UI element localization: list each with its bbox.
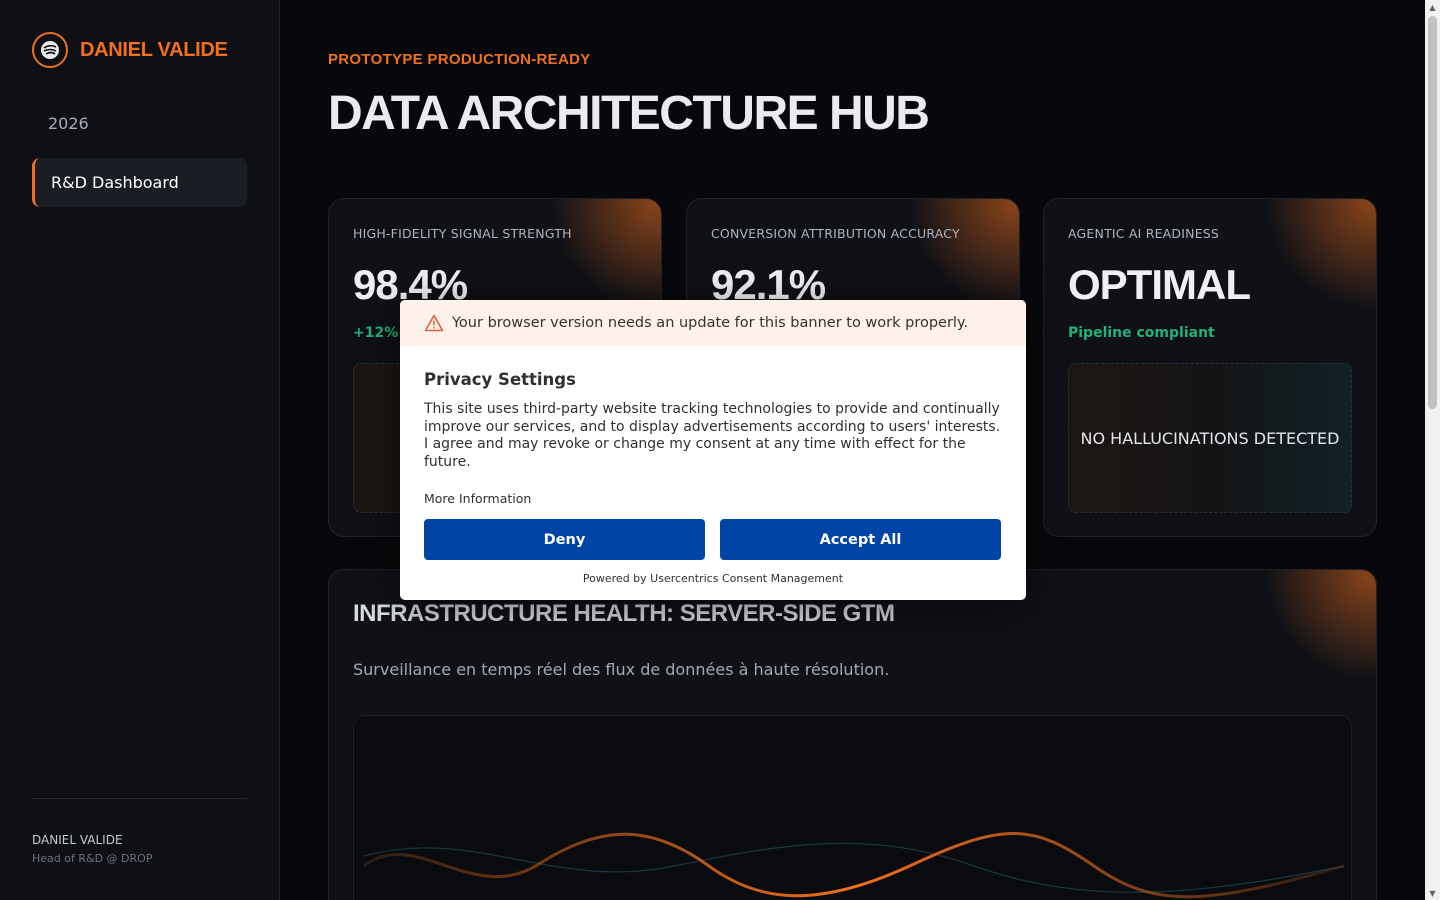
brand[interactable]: DANIEL VALIDE [32, 32, 228, 68]
card-label: HIGH-FIDELITY SIGNAL STRENGTH [353, 226, 572, 241]
card-panel: NO HALLUCINATIONS DETECTED [1068, 363, 1352, 513]
card-glow [1246, 199, 1376, 329]
scroll-up-icon[interactable]: ▲ [1425, 0, 1440, 14]
warning-icon [424, 314, 444, 332]
card-value: OPTIMAL [1068, 261, 1251, 308]
consent-footer[interactable]: Powered by Usercentrics Consent Manageme… [400, 572, 1026, 585]
consent-dialog: Your browser version needs an update for… [400, 300, 1026, 600]
consent-body: This site uses third-party website track… [424, 401, 1001, 470]
card-glow [1246, 570, 1376, 700]
card-sub: Pipeline compliant [1068, 325, 1215, 341]
card-label: CONVERSION ATTRIBUTION ACCURACY [711, 226, 960, 241]
signal-wave-chart [353, 715, 1352, 900]
page-eyebrow: PROTOTYPE PRODUCTION-READY [328, 51, 591, 68]
deny-button[interactable]: Deny [424, 519, 705, 560]
warning-text: Your browser version needs an update for… [452, 315, 969, 331]
scroll-thumb[interactable] [1428, 16, 1437, 409]
nav-item-year[interactable]: 2026 [48, 114, 89, 133]
signal-wave [363, 832, 1345, 899]
logo-icon [32, 32, 68, 68]
more-information-link[interactable]: More Information [424, 491, 531, 506]
wave-secondary [363, 842, 1345, 893]
infrastructure-panel: INFRASTRUCTURE HEALTH: SERVER-SIDE GTM S… [328, 569, 1377, 900]
card-label: AGENTIC AI READINESS [1068, 226, 1220, 241]
user-role: Head of R&D @ DROP [32, 852, 153, 865]
page-scrollbar[interactable]: ▲ ▼ [1425, 0, 1440, 900]
infra-title: INFRASTRUCTURE HEALTH: SERVER-SIDE GTM [353, 600, 895, 627]
sidebar-divider [32, 798, 247, 799]
browser-warning: Your browser version needs an update for… [400, 300, 1026, 346]
user-name: DANIEL VALIDE [32, 833, 123, 847]
nav-item-rd-dashboard[interactable]: R&D Dashboard [32, 158, 247, 207]
accept-all-button[interactable]: Accept All [720, 519, 1001, 560]
sidebar: DANIEL VALIDE 2026 R&D Dashboard DANIEL … [0, 0, 280, 900]
consent-title: Privacy Settings [424, 370, 576, 389]
brand-name: DANIEL VALIDE [80, 38, 228, 61]
card-ai-readiness: AGENTIC AI READINESS OPTIMAL Pipeline co… [1043, 198, 1377, 537]
infra-description: Surveillance en temps réel des flux de d… [353, 660, 890, 679]
page-title: DATA ARCHITECTURE HUB [328, 87, 930, 140]
scroll-down-icon[interactable]: ▼ [1425, 886, 1440, 900]
